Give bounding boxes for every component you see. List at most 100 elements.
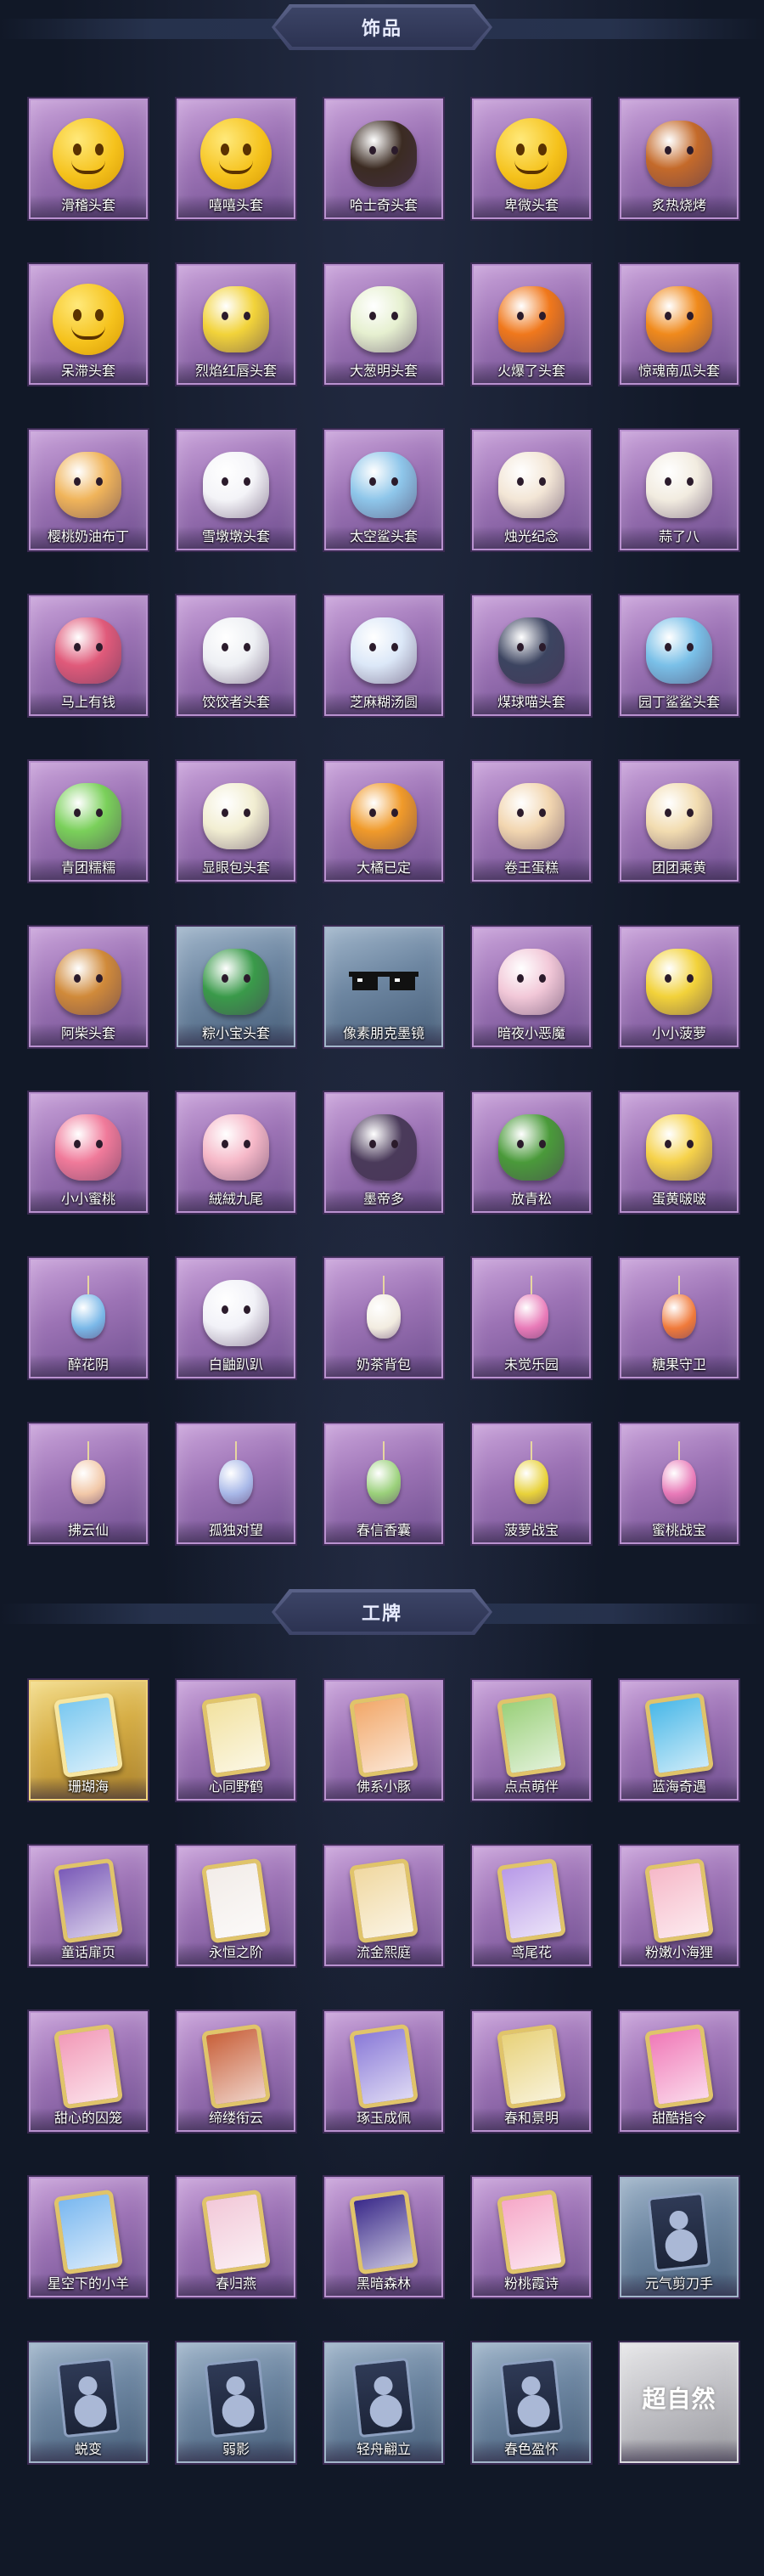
item-card[interactable]: 嘻嘻头套 — [177, 99, 295, 219]
item-card[interactable]: 显眼包头套 — [177, 761, 295, 882]
item-card[interactable]: 黑暗森林 — [324, 2177, 443, 2297]
snowman-icon — [198, 447, 274, 523]
item-label: 星空下的小羊 — [47, 2275, 129, 2291]
item-card[interactable]: 惊魂南瓜头套 — [620, 264, 739, 385]
item-label: 滑稽头套 — [60, 197, 115, 213]
egg-chick-icon — [641, 1109, 717, 1186]
item-card[interactable]: 奶茶背包 — [324, 1258, 443, 1378]
item-card[interactable]: 烛光纪念 — [472, 430, 591, 550]
item-card[interactable]: 樱桃奶油布丁 — [29, 430, 148, 550]
item-card[interactable]: 鸢尾花 — [472, 1846, 591, 1966]
item-card[interactable]: 甜心的囚笼 — [29, 2011, 148, 2132]
item-card[interactable]: 蜕变 — [29, 2342, 148, 2463]
item-card[interactable]: 团团乘黄 — [620, 761, 739, 882]
item-card[interactable]: 哈士奇头套 — [324, 99, 443, 219]
item-card[interactable]: 春色盈怀 — [472, 2342, 591, 2463]
item-label: 春色盈怀 — [503, 2441, 559, 2457]
item-card[interactable]: 琢玉成佩 — [324, 2011, 443, 2132]
blue-sea-badge-icon — [641, 1693, 717, 1778]
zongzi-icon — [198, 944, 274, 1020]
item-card[interactable]: 缔缕衔云 — [177, 2011, 295, 2132]
item-card[interactable]: 小小菠萝 — [620, 927, 739, 1047]
item-card[interactable]: 马上有钱 — [29, 595, 148, 716]
item-card[interactable]: 像素朋克墨镜 — [324, 927, 443, 1047]
item-card[interactable]: 青团糯糯 — [29, 761, 148, 882]
item-card[interactable]: 永恒之阶 — [177, 1846, 295, 1966]
section-title-plaque: 工牌 — [272, 1589, 492, 1635]
item-card[interactable]: 超自然 — [620, 2342, 739, 2463]
item-card[interactable]: 未觉乐园 — [472, 1258, 591, 1378]
item-card[interactable]: 春信香囊 — [324, 1423, 443, 1544]
item-card[interactable]: 元气剪刀手 — [620, 2177, 739, 2297]
item-card[interactable]: 火爆了头套 — [472, 264, 591, 385]
item-grid: 珊瑚海 心同野鹤 佛系小豚 点点萌伴 蓝海奇遇童话扉页 永恒之阶 流金熙庭 鸢尾花 粉嫩小海狸甜… — [0, 1680, 764, 2463]
item-card[interactable]: 雪墩墩头套 — [177, 430, 295, 550]
item-card[interactable]: 弱影 — [177, 2342, 295, 2463]
item-card[interactable]: 童话扉页 — [29, 1846, 148, 1966]
swallow-badge-icon — [198, 2190, 274, 2275]
page-root: 饰品 滑稽头套 嘻嘻头套 哈士奇头套 卑微头套 炙热烧烤 呆滞头套 烈焰红唇头套 大葱明头套 火爆… — [0, 0, 764, 2463]
item-card[interactable]: 孤独对望 — [177, 1423, 295, 1544]
item-card[interactable]: 菠萝战宝 — [472, 1423, 591, 1544]
item-card[interactable]: 放青松 — [472, 1092, 591, 1213]
item-label: 马上有钱 — [60, 694, 115, 710]
item-card[interactable]: 饺饺者头套 — [177, 595, 295, 716]
item-card[interactable]: 太空鲨头套 — [324, 430, 443, 550]
item-label: 粉桃霞诗 — [503, 2275, 559, 2291]
item-card[interactable]: 大葱明头套 — [324, 264, 443, 385]
pixel-sunglasses-icon — [345, 944, 422, 1020]
item-card[interactable]: 蒜了八 — [620, 430, 739, 550]
item-label: 墨帝多 — [362, 1191, 404, 1207]
item-card[interactable]: 烈焰红唇头套 — [177, 264, 295, 385]
item-card[interactable]: 珊瑚海 — [29, 1680, 148, 1801]
item-card[interactable]: 拂云仙 — [29, 1423, 148, 1544]
item-label: 蜜桃战宝 — [651, 1522, 706, 1538]
item-card[interactable]: 佛系小豚 — [324, 1680, 443, 1801]
item-card[interactable]: 春归燕 — [177, 2177, 295, 2297]
item-card[interactable]: 呆滞头套 — [29, 264, 148, 385]
item-card[interactable]: 点点萌伴 — [472, 1680, 591, 1801]
item-card[interactable]: 白鼬趴趴 — [177, 1258, 295, 1378]
dumpling-cloud-icon — [198, 612, 274, 689]
item-card[interactable]: 暗夜小恶魔 — [472, 927, 591, 1047]
item-label: 大橘已定 — [356, 860, 411, 876]
item-label: 永恒之阶 — [208, 1944, 263, 1960]
item-card[interactable]: 甜酷指令 — [620, 2011, 739, 2132]
item-card[interactable]: 阿柴头套 — [29, 927, 148, 1047]
item-label: 絨絨九尾 — [208, 1191, 263, 1207]
item-card[interactable]: 小小蜜桃 — [29, 1092, 148, 1213]
item-card[interactable]: 墨帝多 — [324, 1092, 443, 1213]
item-card[interactable]: 糖果守卫 — [620, 1258, 739, 1378]
green-blob-icon — [50, 778, 126, 854]
item-label: 春和景明 — [503, 2110, 559, 2126]
item-card[interactable]: 大橘已定 — [324, 761, 443, 882]
item-card[interactable]: 滑稽头套 — [29, 99, 148, 219]
item-card[interactable]: 蜜桃战宝 — [620, 1423, 739, 1544]
item-card[interactable]: 卑微头套 — [472, 99, 591, 219]
item-card[interactable]: 轻舟翩立 — [324, 2342, 443, 2463]
toast-head-icon — [641, 116, 717, 192]
item-card[interactable]: 粽小宝头套 — [177, 927, 295, 1047]
item-card[interactable]: 蓝海奇遇 — [620, 1680, 739, 1801]
item-card[interactable]: 煤球喵头套 — [472, 595, 591, 716]
cream-pet-icon — [641, 778, 717, 854]
emoji-shy-icon — [493, 116, 570, 192]
item-card[interactable]: 絨絨九尾 — [177, 1092, 295, 1213]
peach-bot-icon — [641, 1440, 717, 1517]
bonsai-pine-icon — [493, 1109, 570, 1186]
item-card[interactable]: 芝麻糊汤圆 — [324, 595, 443, 716]
item-card[interactable]: 流金熙庭 — [324, 1846, 443, 1966]
item-card[interactable]: 园丁鲨鲨头套 — [620, 595, 739, 716]
spring-badge-icon — [493, 2024, 570, 2110]
silhouette-badge-icon — [198, 2358, 274, 2438]
item-card[interactable]: 蛋黄啵啵 — [620, 1092, 739, 1213]
item-card[interactable]: 粉桃霞诗 — [472, 2177, 591, 2297]
item-card[interactable]: 醉花阴 — [29, 1258, 148, 1378]
item-card[interactable]: 春和景明 — [472, 2011, 591, 2132]
item-card[interactable]: 炙热烧烤 — [620, 99, 739, 219]
yellow-mascot-icon — [198, 281, 274, 358]
item-card[interactable]: 粉嫩小海狸 — [620, 1846, 739, 1966]
item-card[interactable]: 卷王蛋糕 — [472, 761, 591, 882]
item-card[interactable]: 星空下的小羊 — [29, 2177, 148, 2297]
item-card[interactable]: 心同野鹤 — [177, 1680, 295, 1801]
